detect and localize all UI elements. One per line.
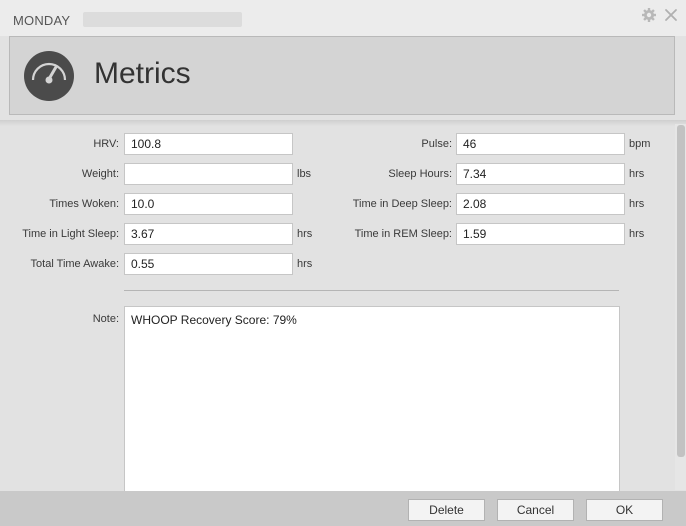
- page-title: Metrics: [94, 57, 191, 90]
- gauge-icon: [24, 51, 74, 101]
- pulse-label: Pulse:: [421, 138, 452, 150]
- cancel-button[interactable]: Cancel: [497, 499, 574, 521]
- pulse-input[interactable]: [456, 133, 625, 155]
- light-sleep-input[interactable]: [124, 223, 293, 245]
- hrv-input[interactable]: [124, 133, 293, 155]
- weight-unit: lbs: [297, 168, 312, 180]
- header-shadow: [0, 120, 686, 126]
- ok-button[interactable]: OK: [586, 499, 663, 521]
- note-label: Note:: [92, 313, 119, 325]
- weight-input[interactable]: [124, 163, 293, 185]
- date-placeholder: [83, 12, 242, 27]
- deep-sleep-unit: hrs: [629, 198, 645, 210]
- title-bar: MONDAY: [0, 0, 686, 36]
- close-icon[interactable]: [663, 7, 679, 23]
- rem-sleep-unit: hrs: [629, 228, 645, 240]
- rem-sleep-input[interactable]: [456, 223, 625, 245]
- times-woken-input[interactable]: [124, 193, 293, 215]
- rem-sleep-label: Time in REM Sleep:: [354, 228, 452, 240]
- sleep-hours-unit: hrs: [629, 168, 645, 180]
- pulse-unit: bpm: [629, 138, 651, 150]
- sleep-hours-input[interactable]: [456, 163, 625, 185]
- header-panel: Metrics: [9, 36, 675, 115]
- deep-sleep-label: Time in Deep Sleep:: [352, 198, 452, 210]
- light-sleep-unit: hrs: [297, 228, 313, 240]
- sleep-hours-label: Sleep Hours:: [388, 168, 452, 180]
- light-sleep-label: Time in Light Sleep:: [22, 228, 119, 240]
- day-label: MONDAY: [13, 13, 71, 28]
- time-awake-label: Total Time Awake:: [30, 258, 119, 270]
- time-awake-unit: hrs: [297, 258, 313, 270]
- hrv-label: HRV:: [93, 138, 119, 150]
- deep-sleep-input[interactable]: [456, 193, 625, 215]
- times-woken-label: Times Woken:: [49, 198, 119, 210]
- note-textarea[interactable]: WHOOP Recovery Score: 79%: [124, 306, 620, 496]
- divider: [124, 290, 619, 291]
- delete-button[interactable]: Delete: [408, 499, 485, 521]
- gear-icon[interactable]: [641, 7, 657, 23]
- footer-bar: [0, 491, 686, 526]
- time-awake-input[interactable]: [124, 253, 293, 275]
- weight-label: Weight:: [81, 168, 119, 180]
- scrollbar-thumb[interactable]: [677, 125, 685, 457]
